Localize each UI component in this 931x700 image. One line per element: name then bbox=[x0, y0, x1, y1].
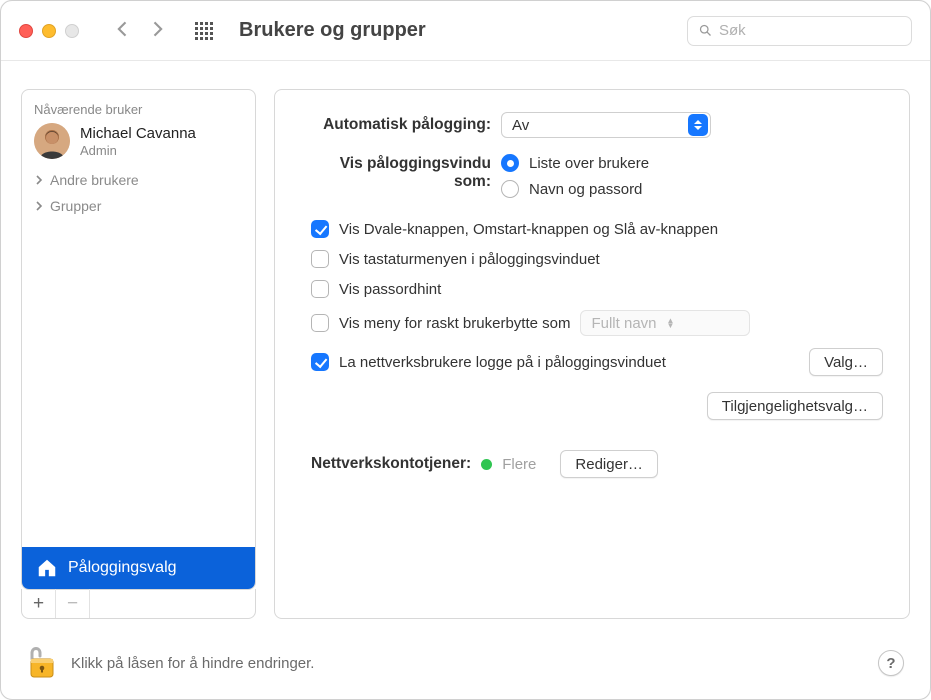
chevron-right-icon bbox=[34, 201, 44, 211]
auto-login-value: Av bbox=[512, 117, 529, 134]
add-remove-bar: + − bbox=[21, 589, 256, 619]
auto-login-row: Automatisk pålogging: Av bbox=[311, 112, 883, 138]
forward-button[interactable] bbox=[143, 15, 171, 47]
main-panel: Automatisk pålogging: Av Vis påloggingsv… bbox=[274, 89, 910, 619]
check-fast-user-switching[interactable]: Vis meny for raskt brukerbytte som bbox=[311, 314, 570, 332]
checkbox-icon bbox=[311, 314, 329, 332]
sidebar-group-other-users[interactable]: Andre brukere bbox=[22, 167, 255, 193]
check-label: La nettverksbrukere logge på i pålogging… bbox=[339, 354, 666, 371]
fast-switch-select[interactable]: Fullt navn ▲▼ bbox=[580, 310, 750, 336]
checkbox-icon bbox=[311, 250, 329, 268]
sidebar-column: Nåværende bruker bbox=[21, 89, 256, 619]
checkbox-icon bbox=[311, 220, 329, 238]
radio-icon bbox=[501, 154, 519, 172]
window-title: Brukere og grupper bbox=[239, 19, 687, 42]
check-network-users-row: La nettverksbrukere logge på i pålogging… bbox=[311, 348, 883, 376]
minimize-window-button[interactable] bbox=[42, 24, 56, 38]
preferences-window: Brukere og grupper Søk Nåværende bruker bbox=[0, 0, 931, 700]
login-window-row: Vis påloggingsvindu som: Liste over bruk… bbox=[311, 154, 883, 198]
updown-arrows-icon bbox=[688, 114, 708, 136]
help-button[interactable]: ? bbox=[878, 650, 904, 676]
network-options-button[interactable]: Valg… bbox=[809, 348, 883, 376]
body: Nåværende bruker bbox=[1, 61, 930, 699]
edit-network-server-button[interactable]: Rediger… bbox=[560, 450, 658, 478]
login-options-row[interactable]: Påloggingsvalg bbox=[22, 547, 255, 589]
search-placeholder: Søk bbox=[719, 22, 746, 39]
accessibility-options-button[interactable]: Tilgjengelighetsvalg… bbox=[707, 392, 883, 420]
users-sidebar: Nåværende bruker bbox=[21, 89, 256, 590]
login-window-label: Vis påloggingsvindu som: bbox=[311, 154, 491, 191]
group-label: Grupper bbox=[50, 198, 101, 214]
network-server-status: Flere bbox=[502, 456, 536, 473]
accessibility-row: Tilgjengelighetsvalg… bbox=[311, 392, 883, 420]
house-icon bbox=[36, 557, 58, 579]
login-window-radios: Liste over brukere Navn og passord bbox=[501, 154, 649, 198]
check-label: Vis tastaturmenyen i påloggingsvinduet bbox=[339, 251, 600, 268]
group-label: Andre brukere bbox=[50, 172, 139, 188]
unlocked-padlock-icon bbox=[27, 643, 57, 679]
window-controls bbox=[19, 24, 79, 38]
radio-name-password[interactable]: Navn og passord bbox=[501, 180, 649, 198]
checkbox-icon bbox=[311, 353, 329, 371]
check-keyboard-menu[interactable]: Vis tastaturmenyen i påloggingsvinduet bbox=[311, 250, 883, 268]
radio-icon bbox=[501, 180, 519, 198]
lock-button[interactable] bbox=[27, 643, 57, 683]
titlebar: Brukere og grupper Søk bbox=[1, 1, 930, 61]
back-button[interactable] bbox=[109, 15, 137, 47]
current-user-section-label: Nåværende bruker bbox=[22, 96, 255, 119]
status-dot-icon bbox=[481, 459, 492, 470]
updown-arrows-icon: ▲▼ bbox=[667, 318, 675, 328]
auto-login-select[interactable]: Av bbox=[501, 112, 711, 138]
lock-hint-text: Klikk på låsen for å hindre endringer. bbox=[71, 655, 314, 672]
sidebar-group-groups[interactable]: Grupper bbox=[22, 193, 255, 219]
network-server-label: Nettverkskontotjener: bbox=[311, 455, 471, 473]
remove-user-button[interactable]: − bbox=[56, 589, 90, 618]
panels: Nåværende bruker bbox=[21, 89, 910, 619]
user-text: Michael Cavanna Admin bbox=[80, 125, 196, 158]
options-checkboxes: Vis Dvale-knappen, Omstart-knappen og Sl… bbox=[311, 220, 883, 376]
users-list: Nåværende bruker bbox=[22, 90, 255, 547]
zoom-window-button[interactable] bbox=[65, 24, 79, 38]
avatar bbox=[34, 123, 70, 159]
login-options-label: Påloggingsvalg bbox=[68, 559, 177, 577]
check-label: Vis passordhint bbox=[339, 281, 441, 298]
current-user-row[interactable]: Michael Cavanna Admin bbox=[22, 119, 255, 167]
check-label: Vis Dvale-knappen, Omstart-knappen og Sl… bbox=[339, 221, 718, 238]
footer: Klikk på låsen for å hindre endringer. ? bbox=[21, 643, 910, 683]
radio-label: Liste over brukere bbox=[529, 155, 649, 172]
add-user-button[interactable]: + bbox=[22, 589, 56, 618]
user-name: Michael Cavanna bbox=[80, 125, 196, 143]
network-server-row: Nettverkskontotjener: Flere Rediger… bbox=[311, 450, 883, 478]
search-field[interactable]: Søk bbox=[687, 16, 912, 46]
close-window-button[interactable] bbox=[19, 24, 33, 38]
radio-label: Navn og passord bbox=[529, 181, 642, 198]
user-role: Admin bbox=[80, 143, 196, 158]
check-label: Vis meny for raskt brukerbytte som bbox=[339, 315, 570, 332]
check-network-users[interactable]: La nettverksbrukere logge på i pålogging… bbox=[311, 353, 666, 371]
check-password-hint[interactable]: Vis passordhint bbox=[311, 280, 883, 298]
auto-login-label: Automatisk pålogging: bbox=[311, 116, 491, 134]
radio-list-of-users[interactable]: Liste over brukere bbox=[501, 154, 649, 172]
show-all-prefs-button[interactable] bbox=[191, 18, 217, 44]
nav-buttons bbox=[109, 15, 171, 47]
checkbox-icon bbox=[311, 280, 329, 298]
fast-switch-value: Fullt navn bbox=[591, 315, 656, 332]
chevron-right-icon bbox=[34, 175, 44, 185]
check-show-buttons[interactable]: Vis Dvale-knappen, Omstart-knappen og Sl… bbox=[311, 220, 883, 238]
check-fast-user-switching-row: Vis meny for raskt brukerbytte som Fullt… bbox=[311, 310, 883, 336]
